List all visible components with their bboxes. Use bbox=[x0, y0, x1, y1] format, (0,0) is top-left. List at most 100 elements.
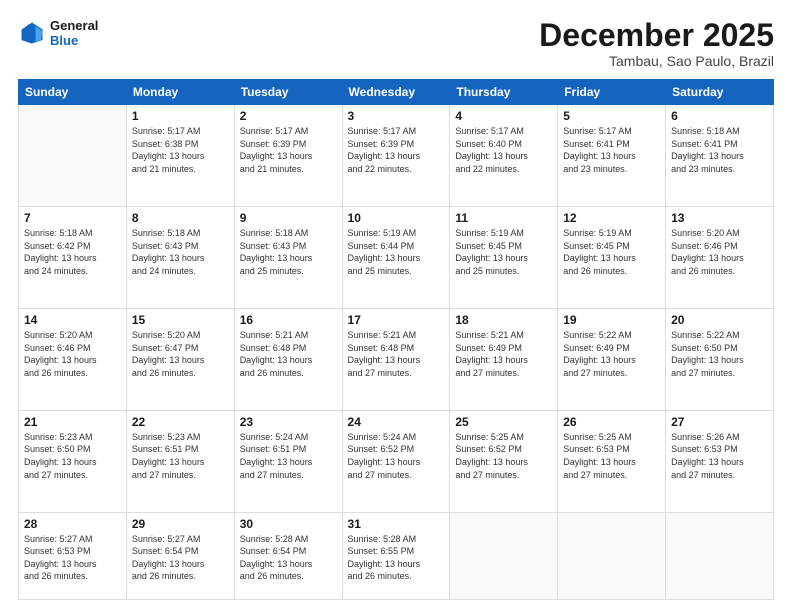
day-number: 6 bbox=[671, 109, 768, 123]
calendar-cell: 29 Sunrise: 5:27 AM Sunset: 6:54 PM Dayli… bbox=[126, 512, 234, 599]
day-number: 3 bbox=[348, 109, 445, 123]
day-number: 29 bbox=[132, 517, 229, 531]
day-number: 25 bbox=[455, 415, 552, 429]
day-info: Sunrise: 5:22 AM Sunset: 6:50 PM Dayligh… bbox=[671, 329, 768, 379]
day-number: 26 bbox=[563, 415, 660, 429]
weekday-header-thursday: Thursday bbox=[450, 80, 558, 105]
weekday-header-row: SundayMondayTuesdayWednesdayThursdayFrid… bbox=[19, 80, 774, 105]
calendar-cell: 7 Sunrise: 5:18 AM Sunset: 6:42 PM Daylig… bbox=[19, 207, 127, 309]
calendar-cell: 24Sunrise: 5:24 AM Sunset: 6:52 PM Dayli… bbox=[342, 410, 450, 512]
calendar-cell: 17 Sunrise: 5:21 AM Sunset: 6:48 PM Dayli… bbox=[342, 308, 450, 410]
day-number: 18 bbox=[455, 313, 552, 327]
day-info: Sunrise: 5:17 AM Sunset: 6:38 PM Dayligh… bbox=[132, 125, 229, 175]
week-row-3: 14 Sunrise: 5:20 AM Sunset: 6:46 PM Dayli… bbox=[19, 308, 774, 410]
day-info: Sunrise: 5:21 AM Sunset: 6:49 PM Dayligh… bbox=[455, 329, 552, 379]
calendar-cell: 11Sunrise: 5:19 AM Sunset: 6:45 PM Dayli… bbox=[450, 207, 558, 309]
day-info: Sunrise: 5:19 AM Sunset: 6:45 PM Dayligh… bbox=[455, 227, 552, 277]
calendar-cell: 18 Sunrise: 5:21 AM Sunset: 6:49 PM Dayli… bbox=[450, 308, 558, 410]
page: General Blue December 2025 Tambau, Sao P… bbox=[0, 0, 792, 612]
month-title: December 2025 bbox=[539, 18, 774, 53]
day-info: Sunrise: 5:25 AM Sunset: 6:52 PM Dayligh… bbox=[455, 431, 552, 481]
calendar-cell bbox=[558, 512, 666, 599]
day-info: Sunrise: 5:17 AM Sunset: 6:39 PM Dayligh… bbox=[348, 125, 445, 175]
day-info: Sunrise: 5:18 AM Sunset: 6:41 PM Dayligh… bbox=[671, 125, 768, 175]
day-number: 15 bbox=[132, 313, 229, 327]
day-number: 17 bbox=[348, 313, 445, 327]
day-number: 12 bbox=[563, 211, 660, 225]
calendar-cell: 14 Sunrise: 5:20 AM Sunset: 6:46 PM Dayli… bbox=[19, 308, 127, 410]
calendar-cell: 30Sunrise: 5:28 AM Sunset: 6:54 PM Dayli… bbox=[234, 512, 342, 599]
calendar-cell: 6 Sunrise: 5:18 AM Sunset: 6:41 PM Daylig… bbox=[666, 105, 774, 207]
day-number: 31 bbox=[348, 517, 445, 531]
day-info: Sunrise: 5:24 AM Sunset: 6:52 PM Dayligh… bbox=[348, 431, 445, 481]
calendar-cell: 27 Sunrise: 5:26 AM Sunset: 6:53 PM Dayli… bbox=[666, 410, 774, 512]
weekday-header-saturday: Saturday bbox=[666, 80, 774, 105]
calendar-cell: 5 Sunrise: 5:17 AM Sunset: 6:41 PM Daylig… bbox=[558, 105, 666, 207]
calendar-cell bbox=[450, 512, 558, 599]
logo: General Blue bbox=[18, 18, 98, 48]
location-subtitle: Tambau, Sao Paulo, Brazil bbox=[539, 53, 774, 69]
day-info: Sunrise: 5:27 AM Sunset: 6:54 PM Dayligh… bbox=[132, 533, 229, 583]
day-number: 7 bbox=[24, 211, 121, 225]
day-info: Sunrise: 5:20 AM Sunset: 6:46 PM Dayligh… bbox=[671, 227, 768, 277]
calendar-cell: 16Sunrise: 5:21 AM Sunset: 6:48 PM Dayli… bbox=[234, 308, 342, 410]
calendar-cell: 26 Sunrise: 5:25 AM Sunset: 6:53 PM Dayli… bbox=[558, 410, 666, 512]
calendar-cell: 23Sunrise: 5:24 AM Sunset: 6:51 PM Dayli… bbox=[234, 410, 342, 512]
calendar-table: SundayMondayTuesdayWednesdayThursdayFrid… bbox=[18, 79, 774, 600]
week-row-4: 21 Sunrise: 5:23 AM Sunset: 6:50 PM Dayli… bbox=[19, 410, 774, 512]
weekday-header-friday: Friday bbox=[558, 80, 666, 105]
week-row-2: 7 Sunrise: 5:18 AM Sunset: 6:42 PM Daylig… bbox=[19, 207, 774, 309]
day-info: Sunrise: 5:21 AM Sunset: 6:48 PM Dayligh… bbox=[348, 329, 445, 379]
day-number: 8 bbox=[132, 211, 229, 225]
day-number: 22 bbox=[132, 415, 229, 429]
day-number: 21 bbox=[24, 415, 121, 429]
day-info: Sunrise: 5:28 AM Sunset: 6:54 PM Dayligh… bbox=[240, 533, 337, 583]
calendar-cell: 8 Sunrise: 5:18 AM Sunset: 6:43 PM Daylig… bbox=[126, 207, 234, 309]
calendar-cell bbox=[666, 512, 774, 599]
logo-text: General Blue bbox=[50, 18, 98, 48]
day-info: Sunrise: 5:20 AM Sunset: 6:47 PM Dayligh… bbox=[132, 329, 229, 379]
day-number: 13 bbox=[671, 211, 768, 225]
calendar-cell: 12 Sunrise: 5:19 AM Sunset: 6:45 PM Dayli… bbox=[558, 207, 666, 309]
calendar-cell: 2 Sunrise: 5:17 AM Sunset: 6:39 PM Daylig… bbox=[234, 105, 342, 207]
weekday-header-sunday: Sunday bbox=[19, 80, 127, 105]
day-number: 27 bbox=[671, 415, 768, 429]
day-number: 28 bbox=[24, 517, 121, 531]
day-info: Sunrise: 5:26 AM Sunset: 6:53 PM Dayligh… bbox=[671, 431, 768, 481]
day-info: Sunrise: 5:23 AM Sunset: 6:51 PM Dayligh… bbox=[132, 431, 229, 481]
calendar-cell: 28Sunrise: 5:27 AM Sunset: 6:53 PM Dayli… bbox=[19, 512, 127, 599]
day-number: 14 bbox=[24, 313, 121, 327]
week-row-5: 28Sunrise: 5:27 AM Sunset: 6:53 PM Dayli… bbox=[19, 512, 774, 599]
weekday-header-wednesday: Wednesday bbox=[342, 80, 450, 105]
calendar-cell: 20Sunrise: 5:22 AM Sunset: 6:50 PM Dayli… bbox=[666, 308, 774, 410]
calendar-cell: 19Sunrise: 5:22 AM Sunset: 6:49 PM Dayli… bbox=[558, 308, 666, 410]
calendar-cell: 22 Sunrise: 5:23 AM Sunset: 6:51 PM Dayli… bbox=[126, 410, 234, 512]
day-info: Sunrise: 5:17 AM Sunset: 6:40 PM Dayligh… bbox=[455, 125, 552, 175]
title-block: December 2025 Tambau, Sao Paulo, Brazil bbox=[539, 18, 774, 69]
calendar-cell: 10Sunrise: 5:19 AM Sunset: 6:44 PM Dayli… bbox=[342, 207, 450, 309]
day-info: Sunrise: 5:28 AM Sunset: 6:55 PM Dayligh… bbox=[348, 533, 445, 583]
day-info: Sunrise: 5:20 AM Sunset: 6:46 PM Dayligh… bbox=[24, 329, 121, 379]
day-info: Sunrise: 5:18 AM Sunset: 6:43 PM Dayligh… bbox=[132, 227, 229, 277]
day-number: 5 bbox=[563, 109, 660, 123]
day-number: 4 bbox=[455, 109, 552, 123]
day-number: 2 bbox=[240, 109, 337, 123]
day-info: Sunrise: 5:25 AM Sunset: 6:53 PM Dayligh… bbox=[563, 431, 660, 481]
day-info: Sunrise: 5:18 AM Sunset: 6:42 PM Dayligh… bbox=[24, 227, 121, 277]
day-info: Sunrise: 5:23 AM Sunset: 6:50 PM Dayligh… bbox=[24, 431, 121, 481]
calendar-cell: 1 Sunrise: 5:17 AM Sunset: 6:38 PM Daylig… bbox=[126, 105, 234, 207]
header: General Blue December 2025 Tambau, Sao P… bbox=[18, 18, 774, 69]
logo-icon bbox=[18, 19, 46, 47]
calendar-cell: 21 Sunrise: 5:23 AM Sunset: 6:50 PM Dayli… bbox=[19, 410, 127, 512]
day-info: Sunrise: 5:21 AM Sunset: 6:48 PM Dayligh… bbox=[240, 329, 337, 379]
day-info: Sunrise: 5:19 AM Sunset: 6:45 PM Dayligh… bbox=[563, 227, 660, 277]
weekday-header-tuesday: Tuesday bbox=[234, 80, 342, 105]
week-row-1: 1 Sunrise: 5:17 AM Sunset: 6:38 PM Daylig… bbox=[19, 105, 774, 207]
calendar-cell: 15 Sunrise: 5:20 AM Sunset: 6:47 PM Dayli… bbox=[126, 308, 234, 410]
day-info: Sunrise: 5:17 AM Sunset: 6:39 PM Dayligh… bbox=[240, 125, 337, 175]
day-info: Sunrise: 5:17 AM Sunset: 6:41 PM Dayligh… bbox=[563, 125, 660, 175]
calendar-cell: 13 Sunrise: 5:20 AM Sunset: 6:46 PM Dayli… bbox=[666, 207, 774, 309]
day-info: Sunrise: 5:22 AM Sunset: 6:49 PM Dayligh… bbox=[563, 329, 660, 379]
calendar-cell: 3 Sunrise: 5:17 AM Sunset: 6:39 PM Daylig… bbox=[342, 105, 450, 207]
day-number: 1 bbox=[132, 109, 229, 123]
